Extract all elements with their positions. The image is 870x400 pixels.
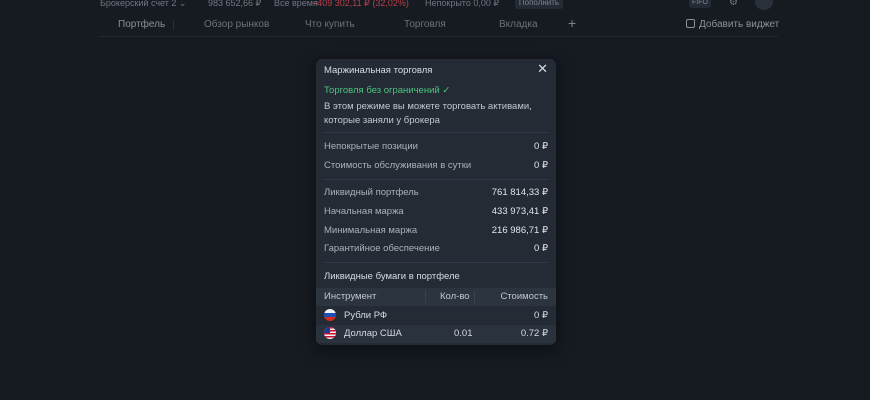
tab-what-to-buy[interactable]: Что купить — [305, 19, 355, 30]
dialog-title: Маржинальная торговля — [324, 65, 433, 76]
add-tab-icon[interactable]: + — [568, 15, 576, 31]
settings-icon[interactable]: ⚙ — [729, 0, 738, 8]
tab-separator — [173, 20, 174, 30]
column-resize-handle[interactable] — [425, 291, 426, 303]
instrument-name: Доллар США — [344, 328, 402, 339]
instrument-cost: 0 ₽ — [534, 310, 548, 321]
topup-button[interactable]: Пополнить — [515, 0, 563, 9]
workspace-tabs: Портфель Обзор рынков Что купить Торговл… — [98, 14, 779, 37]
column-header-cost[interactable]: Стоимость — [500, 291, 548, 302]
column-header-instrument[interactable]: Инструмент — [324, 291, 376, 302]
column-resize-handle[interactable] — [474, 291, 475, 303]
tab-market-overview[interactable]: Обзор рынков — [204, 19, 269, 30]
divider — [324, 132, 548, 133]
initial-margin-row: Начальная маржа 433 973,41 ₽ — [324, 206, 548, 217]
trading-status: Торговля без ограничений ✓ — [324, 85, 451, 96]
minimum-margin-row: Минимальная маржа 216 986,71 ₽ — [324, 225, 548, 236]
status-description: В этом режиме вы можете торговать актива… — [324, 101, 532, 126]
liquid-securities-title: Ликвидные бумаги в портфеле — [324, 271, 460, 282]
column-header-qty[interactable]: Кол-во — [440, 291, 470, 302]
tab-portfolio[interactable]: Портфель — [118, 19, 165, 30]
fifo-badge[interactable]: FIFO — [689, 0, 711, 8]
uncovered-value: Непокрыто 0,00 ₽ — [425, 0, 500, 8]
widget-icon — [686, 19, 695, 28]
account-selector[interactable]: Брокерский счет 2 ⌄ — [100, 0, 186, 9]
chevron-down-icon: ⌄ — [178, 0, 187, 8]
dialog-header: Маржинальная торговля ✕ — [316, 59, 556, 81]
close-icon[interactable]: ✕ — [537, 61, 548, 77]
daily-service-cost-row: Стоимость обслуживания в сутки 0 ₽ — [324, 160, 548, 171]
account-topbar: Брокерский счет 2 ⌄ 983 652,66 ₽ Все вре… — [0, 0, 870, 12]
liquid-portfolio-row: Ликвидный портфель 761 814,33 ₽ — [324, 187, 548, 198]
instrument-cost: 0.72 ₽ — [520, 328, 548, 339]
us-flag-icon — [324, 327, 336, 339]
pnl-value: −409 302,11 ₽ (32,02%) — [312, 0, 409, 8]
table-row[interactable]: Рубли РФ 0 ₽ — [316, 307, 556, 325]
tab-custom[interactable]: Вкладка — [499, 19, 538, 30]
table-header: Инструмент Кол-во Стоимость — [316, 288, 556, 306]
instrument-qty: 0.01 — [454, 328, 473, 339]
divider — [324, 262, 548, 263]
table-row[interactable]: Доллар США 0.01 0.72 ₽ — [316, 325, 556, 343]
ru-flag-icon — [324, 309, 336, 321]
guarantee-collateral-row: Гарантийное обеспечение 0 ₽ — [324, 243, 548, 254]
instrument-name: Рубли РФ — [344, 310, 388, 321]
avatar[interactable] — [755, 0, 773, 10]
tab-trading[interactable]: Торговля — [404, 19, 446, 30]
uncovered-positions-row: Непокрытые позиции 0 ₽ — [324, 141, 548, 152]
divider — [324, 179, 548, 180]
add-widget-button[interactable]: Добавить виджет — [686, 19, 779, 30]
account-balance: 983 652,66 ₽ — [208, 0, 262, 8]
margin-trading-dialog: Маржинальная торговля ✕ Торговля без огр… — [316, 59, 556, 345]
